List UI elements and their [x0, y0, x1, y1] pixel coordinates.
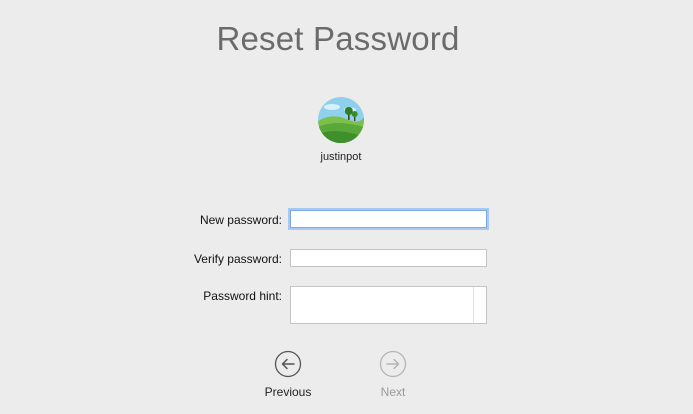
user-avatar [318, 97, 364, 143]
next-button[interactable]: Next [358, 350, 428, 400]
arrow-right-circle-icon [379, 350, 407, 378]
verify-password-label: Verify password: [193, 252, 282, 266]
verify-password-field[interactable] [290, 249, 487, 267]
new-password-field[interactable] [290, 210, 487, 228]
username-label: justinpot [320, 151, 362, 163]
previous-label: Previous [264, 385, 312, 399]
new-password-label: New password: [199, 213, 282, 227]
page-title: Reset Password [216, 20, 460, 57]
password-hint-field[interactable] [290, 286, 487, 324]
next-label: Next [380, 385, 406, 399]
arrow-left-circle-icon [274, 350, 302, 378]
hint-scrollbar [473, 287, 474, 323]
password-hint-label: Password hint: [203, 289, 282, 303]
landscape-icon [318, 97, 364, 143]
previous-button[interactable]: Previous [253, 350, 323, 400]
